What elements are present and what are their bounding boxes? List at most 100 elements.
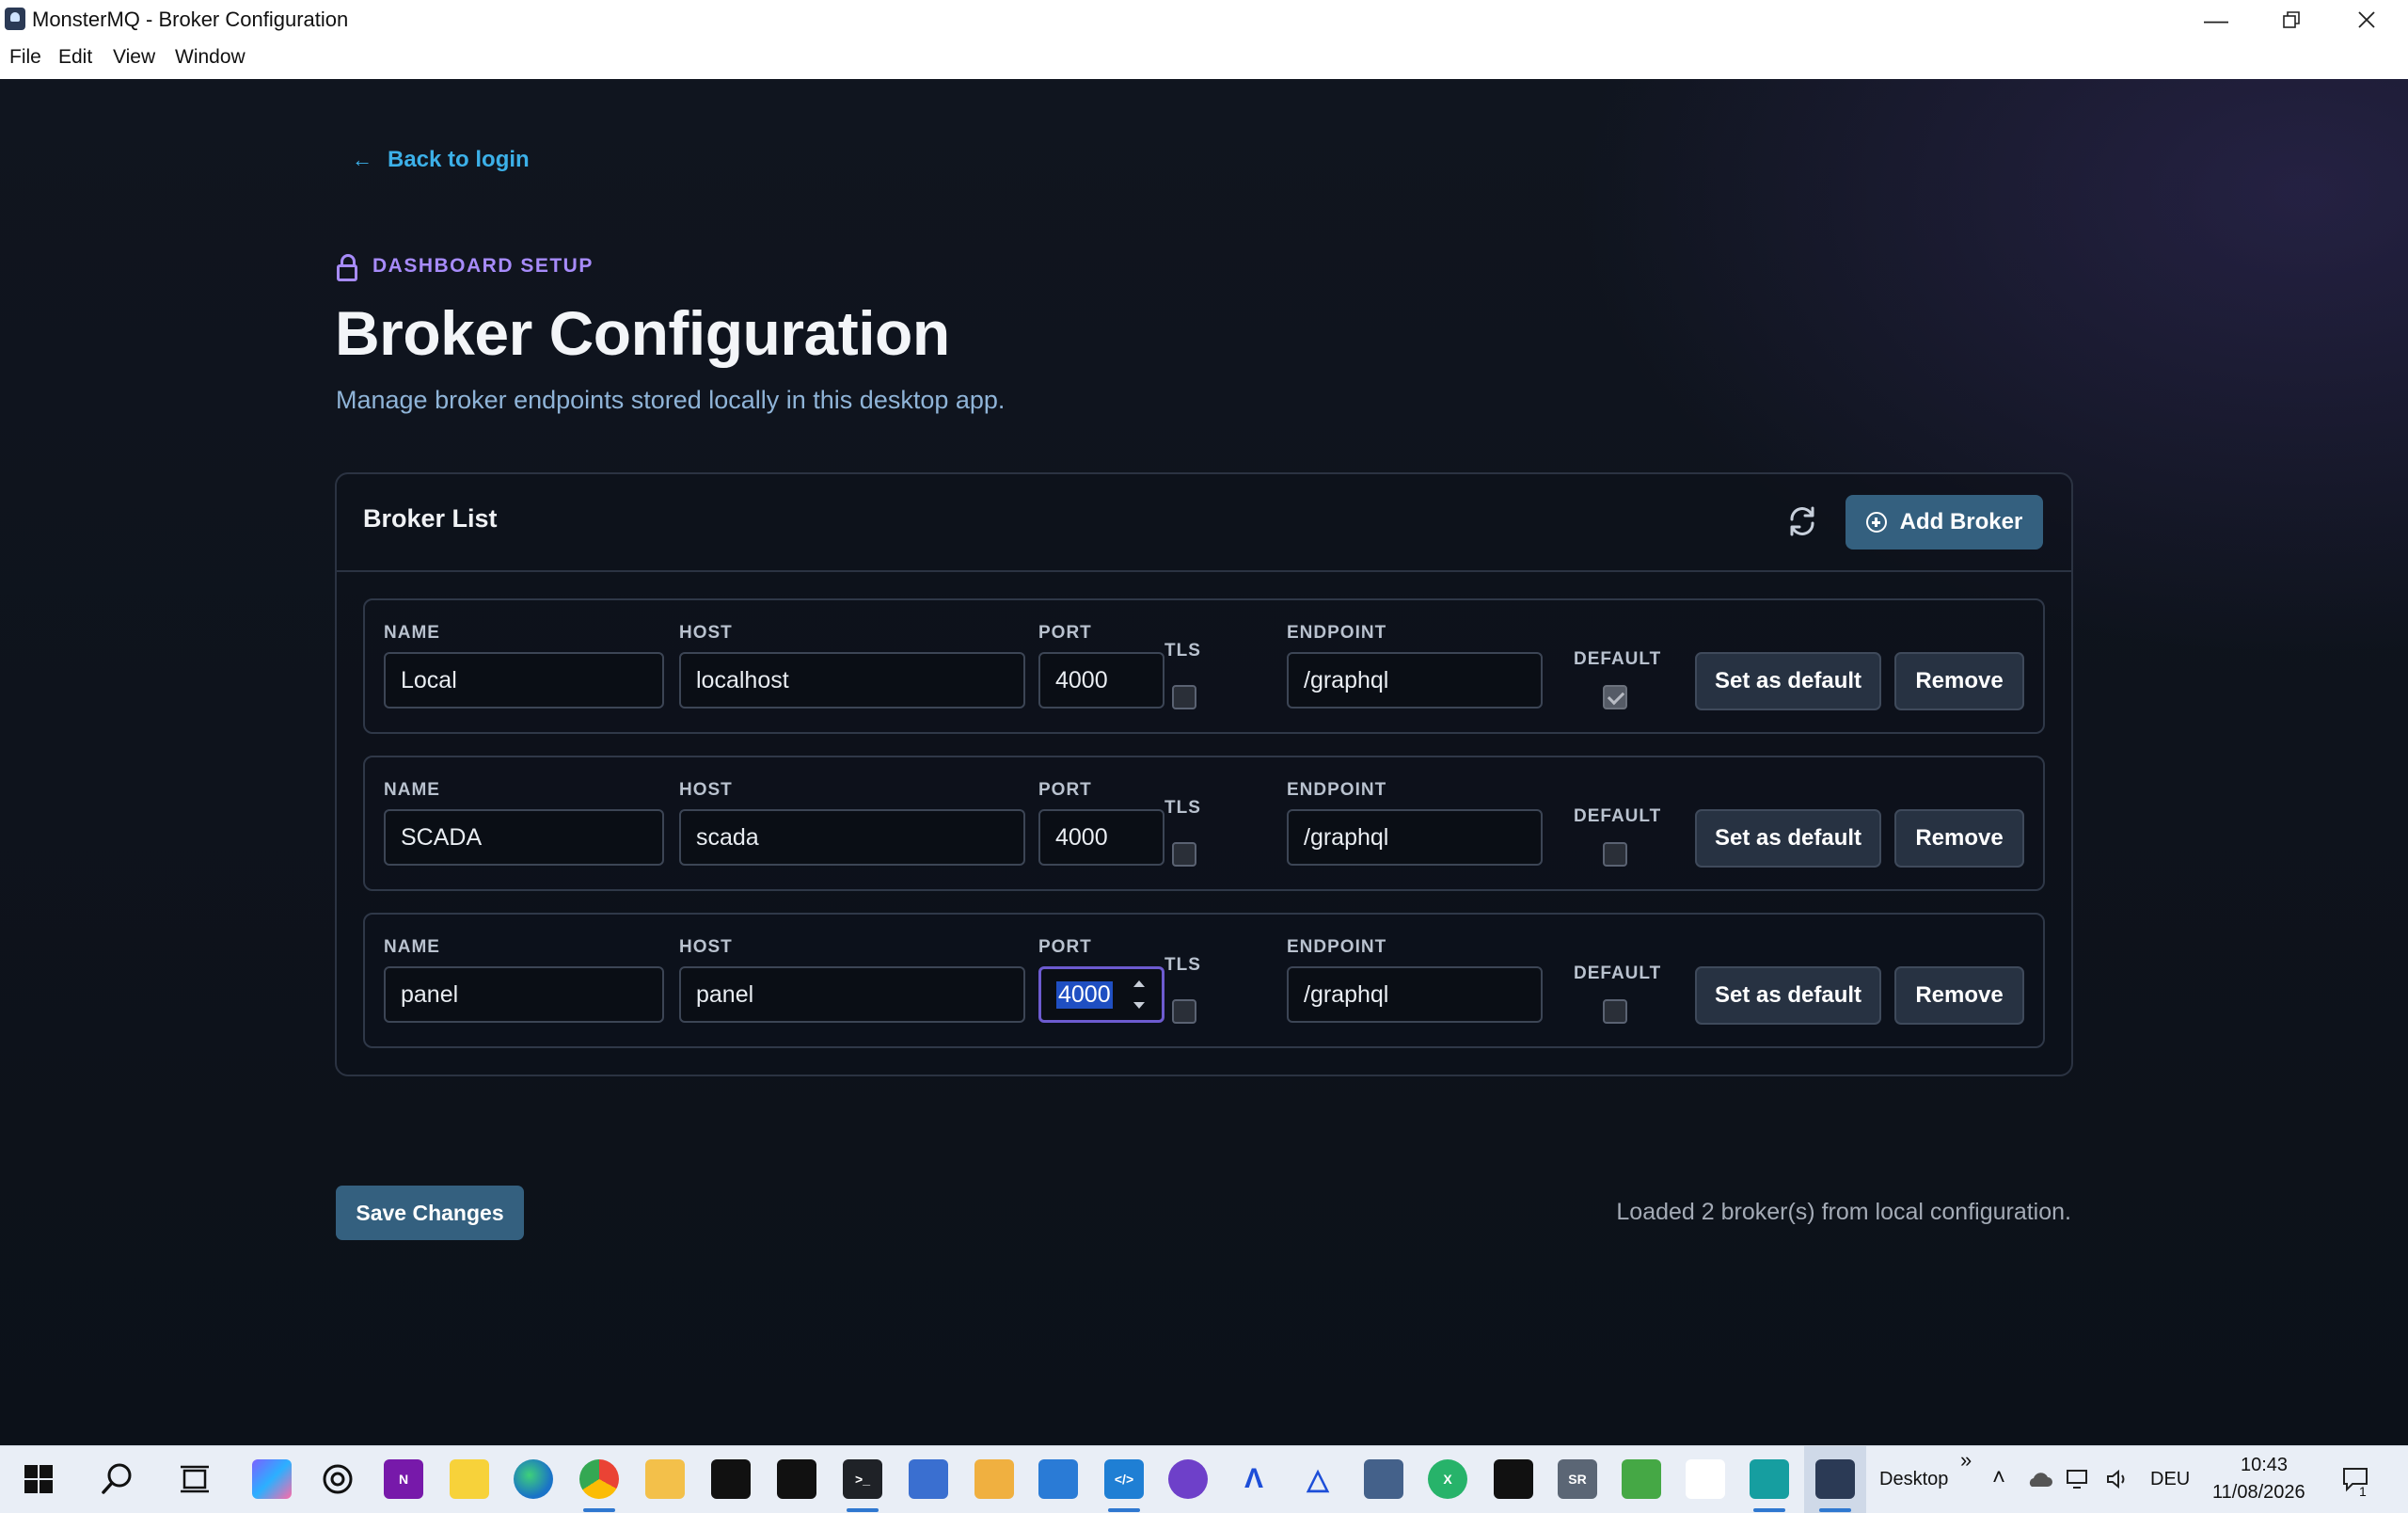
broker-port-input[interactable]: 4000 — [1038, 809, 1164, 866]
task-view-icon[interactable] — [175, 1459, 214, 1499]
set-default-button[interactable]: Set as default — [1695, 809, 1881, 868]
broker-port-input[interactable]: 4000 — [1038, 652, 1164, 709]
tls-checkbox[interactable] — [1172, 842, 1196, 867]
broker-name-input[interactable]: Local — [384, 652, 664, 709]
monstermq-running-indicator — [1819, 1508, 1851, 1512]
add-broker-button[interactable]: Add Broker — [1846, 495, 2043, 549]
paw-icon[interactable] — [1494, 1459, 1533, 1499]
restore-icon[interactable] — [2254, 0, 2329, 40]
app-triangle-icon[interactable]: △ — [1298, 1459, 1338, 1499]
file-explorer-icon[interactable] — [645, 1459, 685, 1499]
port-label: PORT — [1038, 780, 1092, 800]
menu-window[interactable]: Window — [175, 46, 246, 69]
mail-icon[interactable] — [974, 1459, 1014, 1499]
onenote-icon[interactable]: N — [384, 1459, 423, 1499]
close-icon[interactable] — [2329, 0, 2404, 40]
default-checkbox[interactable] — [1603, 685, 1627, 709]
add-broker-label: Add Broker — [1899, 509, 2023, 534]
tls-label: TLS — [1164, 641, 1201, 661]
port-label: PORT — [1038, 937, 1092, 957]
remove-button[interactable]: Remove — [1894, 652, 2024, 710]
start-icon[interactable] — [19, 1459, 58, 1499]
set-default-button[interactable]: Set as default — [1695, 652, 1881, 710]
tls-checkbox[interactable] — [1172, 685, 1196, 709]
menu-edit[interactable]: Edit — [58, 46, 92, 69]
input-language[interactable]: DEU — [2150, 1469, 2190, 1490]
port-stepper[interactable] — [1132, 980, 1147, 1009]
menu-view[interactable]: View — [113, 46, 155, 69]
edge-icon[interactable] — [514, 1459, 553, 1499]
card-header: Broker List Add Broker — [337, 474, 2071, 572]
monstermq-icon[interactable] — [1815, 1459, 1855, 1499]
clock-time[interactable]: 10:43 — [2241, 1455, 2288, 1476]
eyebrow-label: DASHBOARD SETUP — [372, 255, 594, 277]
endpoint-label: ENDPOINT — [1287, 937, 1387, 957]
menu-bar: File Edit View Window — [0, 40, 2408, 80]
remove-button[interactable]: Remove — [1894, 809, 2024, 868]
remote-desktop-icon[interactable] — [909, 1459, 948, 1499]
broker-row: NAME panel HOST panel PORT 4000 TLS ENDP… — [363, 913, 2045, 1048]
page-subtitle: Manage broker endpoints stored locally i… — [336, 386, 1006, 414]
sticky-notes-icon[interactable] — [450, 1459, 489, 1499]
tls-checkbox[interactable] — [1172, 999, 1196, 1024]
broker-row: NAME Local HOST localhost PORT 4000 TLS … — [363, 598, 2045, 734]
minimize-icon[interactable]: — — [2178, 0, 2254, 40]
broker-endpoint-input[interactable]: /graphql — [1287, 966, 1543, 1023]
host-label: HOST — [679, 937, 733, 957]
menu-file[interactable]: File — [9, 46, 41, 69]
broker-host-input[interactable]: localhost — [679, 652, 1025, 709]
save-changes-button[interactable]: Save Changes — [336, 1186, 524, 1240]
tls-label: TLS — [1164, 955, 1201, 975]
stepper-down-icon[interactable] — [1133, 1002, 1145, 1009]
toolbar-overflow-chevron[interactable]: » — [1960, 1448, 1972, 1473]
siemens-running-indicator — [1753, 1508, 1785, 1512]
arrow-left-icon: ← — [352, 148, 372, 171]
broker-host-input[interactable]: scada — [679, 809, 1025, 866]
github-desktop-icon[interactable] — [1168, 1459, 1208, 1499]
app-a-icon[interactable]: Λ — [1234, 1459, 1274, 1499]
simarn-icon[interactable]: SR — [1558, 1459, 1597, 1499]
clock-date[interactable]: 11/08/2026 — [2212, 1482, 2305, 1504]
terminal-icon-2[interactable] — [777, 1459, 816, 1499]
default-label: DEFAULT — [1574, 806, 1662, 826]
expert-icon[interactable] — [1622, 1459, 1661, 1499]
onedrive-icon[interactable] — [2022, 1459, 2056, 1499]
broker-port-input[interactable]: 4000 — [1038, 966, 1164, 1023]
default-checkbox[interactable] — [1603, 842, 1627, 867]
refresh-icon[interactable] — [1783, 502, 1821, 540]
vscode-icon[interactable]: </> — [1104, 1459, 1144, 1499]
endpoint-label: ENDPOINT — [1287, 623, 1387, 643]
terminal-icon[interactable] — [711, 1459, 751, 1499]
host-label: HOST — [679, 780, 733, 800]
broker-name-input[interactable]: panel — [384, 966, 664, 1023]
network-icon[interactable] — [2062, 1459, 2096, 1499]
notification-icon[interactable] — [2337, 1459, 2374, 1499]
app-network-icon[interactable] — [1364, 1459, 1403, 1499]
name-label: NAME — [384, 623, 440, 643]
copilot-m365-icon[interactable] — [252, 1459, 292, 1499]
chevron-up-icon[interactable]: ˄ — [1992, 1465, 2005, 1491]
broker-endpoint-input[interactable]: /graphql — [1287, 809, 1543, 866]
broker-name-input[interactable]: SCADA — [384, 809, 664, 866]
set-default-button[interactable]: Set as default — [1695, 966, 1881, 1025]
port-label: PORT — [1038, 623, 1092, 643]
default-checkbox[interactable] — [1603, 999, 1627, 1024]
vscode-running-indicator — [1108, 1508, 1140, 1512]
broker-endpoint-input[interactable]: /graphql — [1287, 652, 1543, 709]
store-icon[interactable] — [1038, 1459, 1078, 1499]
app-content: ← Back to login DASHBOARD SETUP Broker C… — [0, 79, 2408, 1445]
siemens-icon[interactable] — [1750, 1459, 1789, 1499]
volume-icon[interactable] — [2101, 1459, 2135, 1499]
window-titlebar: MonsterMQ - Broker Configuration — — [0, 0, 2408, 40]
chatgpt-icon[interactable] — [318, 1459, 357, 1499]
niryo-icon[interactable] — [1686, 1459, 1725, 1499]
remove-button[interactable]: Remove — [1894, 966, 2024, 1025]
powershell-icon[interactable]: >_ — [843, 1459, 882, 1499]
xmind-icon[interactable]: X — [1428, 1459, 1467, 1499]
stepper-up-icon[interactable] — [1133, 980, 1145, 987]
search-icon[interactable] — [98, 1459, 137, 1499]
broker-host-input[interactable]: panel — [679, 966, 1025, 1023]
chrome-icon[interactable] — [579, 1459, 619, 1499]
back-to-login-link[interactable]: ← Back to login — [352, 147, 530, 173]
desktop-toolbar-label[interactable]: Desktop — [1879, 1469, 1948, 1490]
